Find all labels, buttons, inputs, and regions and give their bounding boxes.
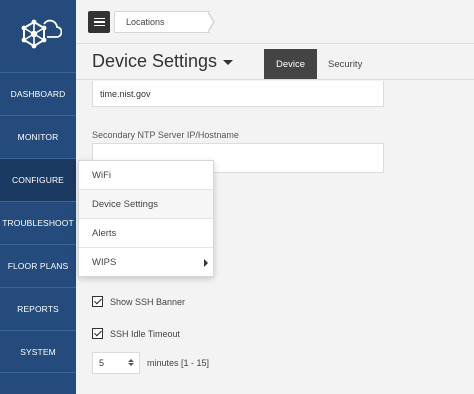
page-title: Device Settings — [92, 51, 218, 71]
sidebar-item-reports[interactable]: REPORTS — [0, 287, 76, 330]
page-header: Device Settings Device Security — [76, 44, 474, 80]
ssh-idle-timeout-label: SSH Idle Timeout — [110, 328, 181, 339]
hamburger-menu-button[interactable] — [88, 11, 110, 33]
caret-down-icon — [223, 60, 234, 65]
show-ssh-banner-checkbox[interactable] — [92, 296, 103, 307]
secondary-ntp-label: Secondary NTP Server IP/Hostname — [92, 130, 239, 140]
show-ssh-banner-row[interactable]: Show SSH Banner — [92, 296, 185, 307]
timeout-range-hint: minutes [1 - 15] — [147, 358, 210, 368]
timeout-number-input[interactable]: 5 — [92, 352, 140, 374]
sidebar-item-configure[interactable]: CONFIGURE — [0, 158, 76, 201]
breadcrumb-locations[interactable]: Locations — [114, 11, 210, 33]
sidebar-item-troubleshoot[interactable]: TROUBLESHOOT — [0, 201, 76, 244]
menu-item-wips-label: WIPS — [92, 257, 117, 268]
sidebar-item-monitor[interactable]: MONITOR — [0, 115, 76, 158]
primary-ntp-input[interactable]: time.nist.gov — [92, 81, 384, 107]
cloud-network-logo-icon — [21, 19, 62, 49]
top-bar: Locations — [76, 0, 474, 44]
timeout-value: 5 — [99, 358, 105, 368]
spinner-arrows-icon[interactable] — [128, 359, 134, 366]
sidebar: DASHBOARD MONITOR CONFIGURE TROUBLESHOOT… — [0, 0, 76, 394]
sidebar-item-dashboard[interactable]: DASHBOARD — [0, 72, 76, 115]
logo[interactable] — [0, 0, 76, 72]
sidebar-item-system[interactable]: SYSTEM — [0, 330, 76, 373]
show-ssh-banner-label: Show SSH Banner — [110, 296, 186, 307]
menu-item-wifi[interactable]: WiFi — [79, 161, 213, 190]
sidebar-item-floor-plans[interactable]: FLOOR PLANS — [0, 244, 76, 287]
tab-security[interactable]: Security — [316, 49, 374, 79]
tab-device[interactable]: Device — [264, 49, 318, 79]
configure-menu: WiFi Device Settings Alerts WIPS — [78, 160, 214, 277]
primary-ntp-value: time.nist.gov — [100, 88, 151, 99]
menu-item-device-settings[interactable]: Device Settings — [79, 190, 213, 219]
menu-item-alerts[interactable]: Alerts — [79, 219, 213, 248]
ssh-idle-timeout-row[interactable]: SSH Idle Timeout — [92, 328, 180, 339]
ssh-idle-timeout-checkbox[interactable] — [92, 328, 103, 339]
submenu-arrow-icon — [204, 259, 208, 267]
menu-item-wips[interactable]: WIPS — [79, 248, 213, 277]
page-title-dropdown[interactable]: Device Settings — [92, 51, 234, 72]
